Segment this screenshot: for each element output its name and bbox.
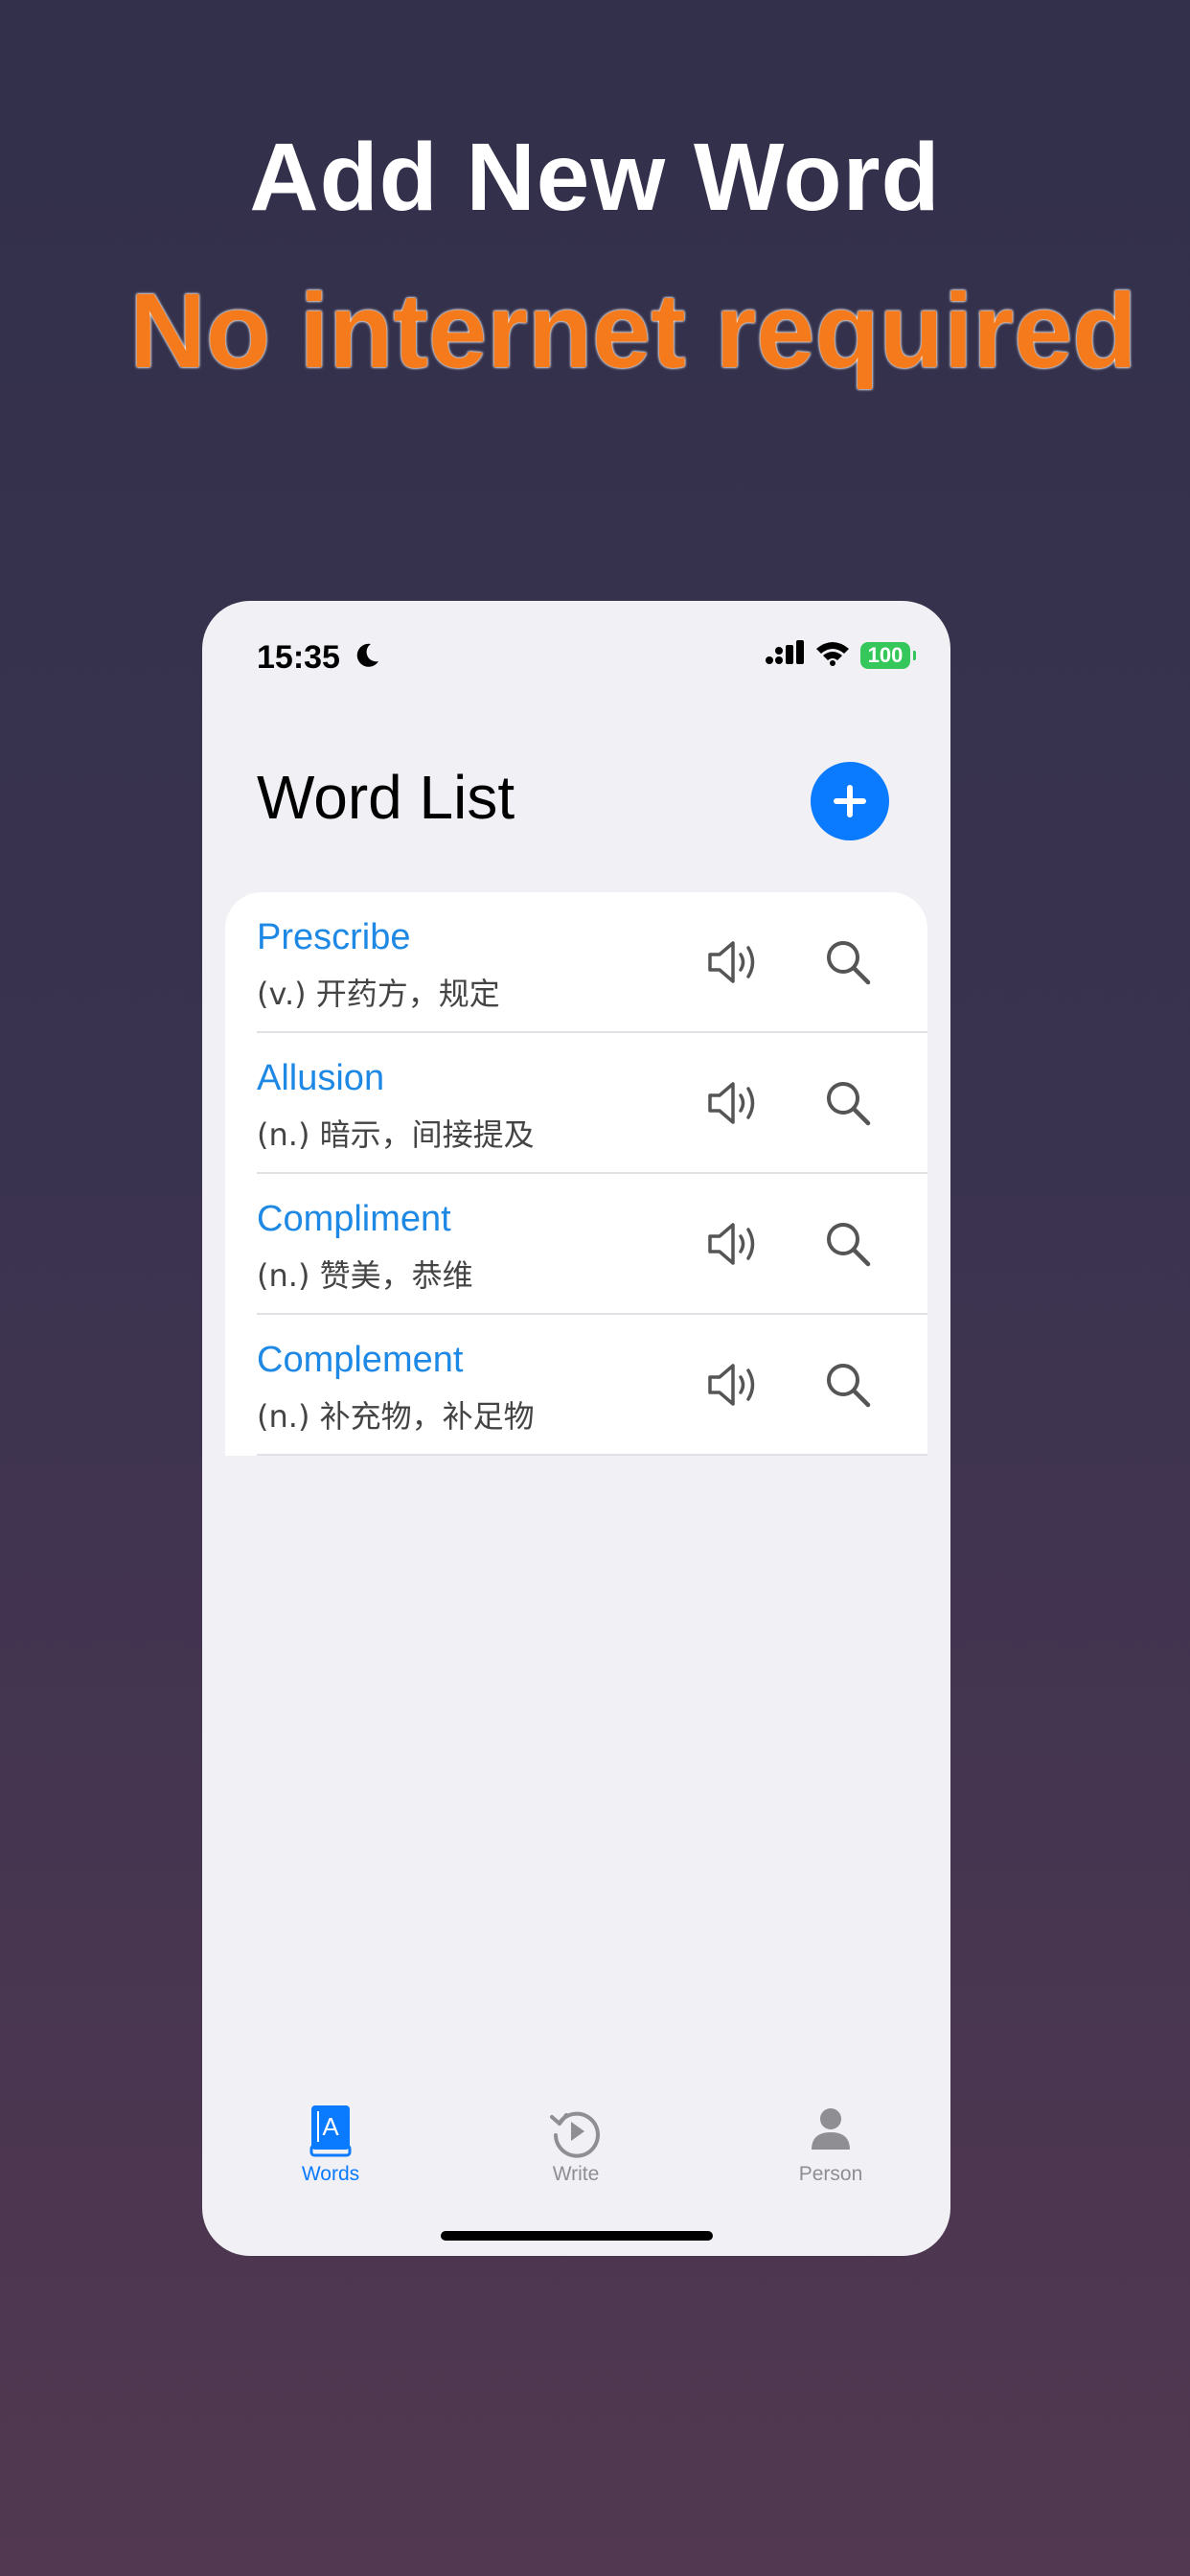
cellular-signal-icon xyxy=(765,639,805,671)
search-icon[interactable] xyxy=(822,1359,874,1411)
search-icon[interactable] xyxy=(822,1218,874,1270)
wifi-icon xyxy=(814,639,851,671)
svg-text:A: A xyxy=(322,2112,339,2141)
tab-person[interactable]: Person xyxy=(764,2104,898,2186)
status-time: 15:35 xyxy=(257,639,340,676)
speaker-icon[interactable] xyxy=(704,1217,762,1271)
row-divider xyxy=(257,1454,927,1456)
speaker-icon[interactable] xyxy=(704,1076,762,1130)
book-icon: A xyxy=(309,2105,352,2157)
promo-subheadline: No internet required xyxy=(129,272,1137,390)
plus-icon xyxy=(834,785,866,817)
tab-label: Person xyxy=(798,2163,863,2185)
replay-icon xyxy=(550,2111,600,2158)
moon-icon xyxy=(353,641,381,675)
tab-write[interactable]: Write xyxy=(509,2104,643,2186)
promo-headline: Add New Word xyxy=(249,124,941,231)
phone-screen: 15:35 100 Word List Prescribe (v.) 开药方，规… xyxy=(202,601,950,2256)
tab-label: Words xyxy=(301,2163,360,2185)
word-row[interactable]: Compliment (n.) 赞美，恭维 xyxy=(225,1174,927,1315)
word-title[interactable]: Allusion xyxy=(257,1058,384,1099)
status-bar: 15:35 100 xyxy=(257,633,916,681)
word-meaning: (n.) 赞美，恭维 xyxy=(257,1257,473,1294)
home-indicator[interactable] xyxy=(441,2231,713,2241)
word-list: Prescribe (v.) 开药方，规定 Allusion (n.) 暗示，间… xyxy=(225,892,927,1456)
word-title[interactable]: Complement xyxy=(257,1340,463,1381)
word-row[interactable]: Allusion (n.) 暗示，间接提及 xyxy=(225,1033,927,1174)
tab-label: Write xyxy=(552,2163,600,2185)
page-title: Word List xyxy=(257,763,515,832)
word-meaning: (v.) 开药方，规定 xyxy=(257,976,500,1012)
tab-bar: A Words Write Person xyxy=(202,2104,950,2199)
word-row[interactable]: Complement (n.) 补充物，补足物 xyxy=(225,1315,927,1456)
add-word-button[interactable] xyxy=(811,762,889,840)
search-icon[interactable] xyxy=(822,1077,874,1129)
word-title[interactable]: Compliment xyxy=(257,1199,451,1240)
speaker-icon[interactable] xyxy=(704,935,762,989)
word-title[interactable]: Prescribe xyxy=(257,917,411,958)
speaker-icon[interactable] xyxy=(704,1358,762,1412)
word-row[interactable]: Prescribe (v.) 开药方，规定 xyxy=(225,892,927,1033)
person-icon xyxy=(812,2108,850,2150)
word-meaning: (n.) 补充物，补足物 xyxy=(257,1398,535,1435)
search-icon[interactable] xyxy=(822,936,874,988)
status-indicators: 100 xyxy=(765,639,916,671)
battery-icon: 100 xyxy=(860,641,916,669)
tab-words[interactable]: A Words xyxy=(263,2104,398,2186)
word-meaning: (n.) 暗示，间接提及 xyxy=(257,1116,535,1153)
